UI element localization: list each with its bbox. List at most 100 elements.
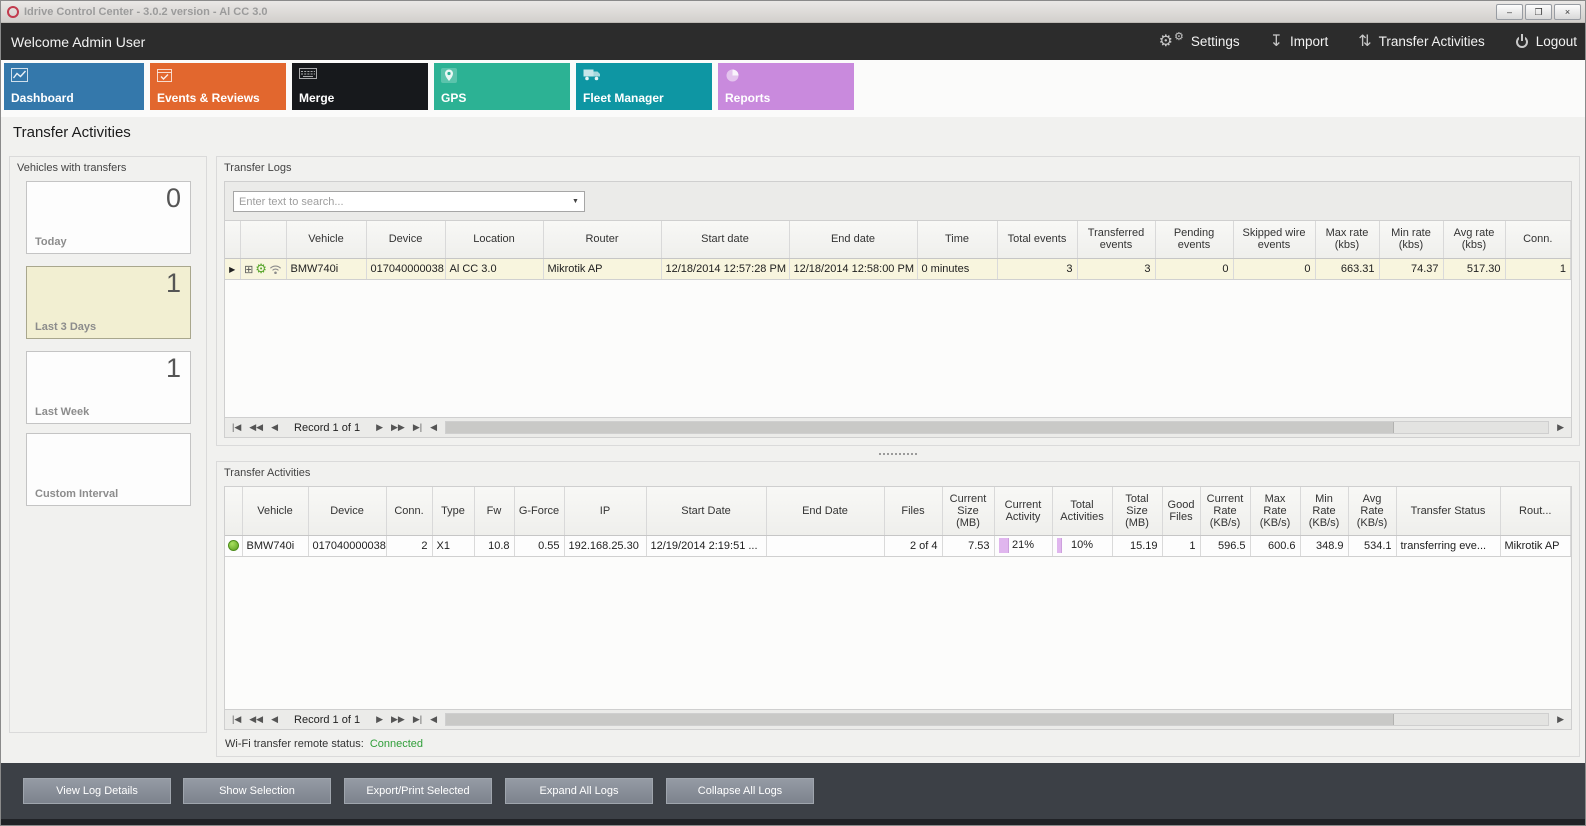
expand-row-icon[interactable]: ⊞	[244, 264, 253, 276]
expand-all-logs-button[interactable]: Expand All Logs	[505, 778, 653, 804]
column-header[interactable]: Router	[543, 221, 661, 258]
column-header[interactable]: Max rate (kbs)	[1315, 221, 1379, 258]
cell-min-rate: 348.9	[1300, 535, 1348, 556]
scrollbar-thumb[interactable]	[446, 422, 1394, 433]
column-header[interactable]: Time	[917, 221, 997, 258]
column-header[interactable]: Files	[884, 487, 942, 535]
pager-first-icon[interactable]: |◀	[232, 422, 241, 433]
pager-first-icon[interactable]: |◀	[232, 714, 241, 725]
current-activity-progressbar: 21%	[999, 538, 1048, 553]
table-row[interactable]: ▶ ⊞⚙ BMW740i 017040000038 Al CC 3.0 Mikr…	[225, 258, 1571, 279]
column-header[interactable]: Conn.	[386, 487, 432, 535]
nav-tile-merge[interactable]: Merge	[292, 63, 428, 110]
close-button[interactable]: ×	[1554, 4, 1581, 20]
dashboard-chart-icon	[11, 68, 28, 82]
pager-last-icon[interactable]: ▶|	[413, 422, 422, 433]
column-header[interactable]: Device	[366, 221, 445, 258]
nav-tile-gps[interactable]: GPS	[434, 63, 570, 110]
column-header[interactable]: Total Activities	[1052, 487, 1112, 535]
column-header[interactable]: Min Rate (KB/s)	[1300, 487, 1348, 535]
pager-prev-page-icon[interactable]: ◀◀	[249, 714, 263, 725]
column-header[interactable]: Transfer Status	[1396, 487, 1500, 535]
show-selection-button[interactable]: Show Selection	[183, 778, 331, 804]
column-header[interactable]: Conn.	[1505, 221, 1571, 258]
column-header[interactable]: Pending events	[1155, 221, 1233, 258]
scrollbar-thumb[interactable]	[446, 714, 1394, 725]
column-header[interactable]: End date	[789, 221, 917, 258]
column-header[interactable]: IP	[564, 487, 646, 535]
column-header[interactable]: Good Files	[1162, 487, 1200, 535]
cell-pending-events: 0	[1155, 258, 1233, 279]
column-header[interactable]: End Date	[766, 487, 884, 535]
column-header[interactable]: Avg rate (kbs)	[1443, 221, 1505, 258]
transfer-activities-inner: Vehicle Device Conn. Type Fw G-Force IP …	[224, 486, 1572, 730]
transfer-activities-button[interactable]: ⇅ Transfer Activities	[1358, 34, 1484, 50]
column-header[interactable]: Total Size (MB)	[1112, 487, 1162, 535]
nav-tile-dashboard[interactable]: Dashboard	[4, 63, 144, 110]
nav-tile-fleet-manager[interactable]: Fleet Manager	[576, 63, 712, 110]
export-print-selected-button[interactable]: Export/Print Selected	[344, 778, 492, 804]
panel-splitter[interactable]	[216, 449, 1580, 459]
pager-last-icon[interactable]: ▶|	[413, 714, 422, 725]
column-header[interactable]: Vehicle	[286, 221, 366, 258]
column-header[interactable]: Current Activity	[994, 487, 1052, 535]
column-header[interactable]: Rout...	[1500, 487, 1571, 535]
location-pin-icon	[441, 68, 457, 83]
column-header[interactable]: Skipped wire events	[1233, 221, 1315, 258]
nav-tile-label: Dashboard	[11, 91, 74, 105]
search-input[interactable]	[234, 196, 567, 208]
maximize-button[interactable]: ❐	[1525, 4, 1552, 20]
import-button[interactable]: ↧ Import	[1270, 34, 1329, 50]
pager-prev-page-icon[interactable]: ◀◀	[249, 422, 263, 433]
filter-card-last-week[interactable]: 1 Last Week	[26, 351, 191, 424]
horizontal-scrollbar[interactable]	[445, 713, 1549, 726]
scroll-right-icon[interactable]: ▶	[1557, 714, 1564, 725]
column-header[interactable]: Location	[445, 221, 543, 258]
filter-card-last-3-days[interactable]: 1 Last 3 Days	[26, 266, 191, 339]
column-header[interactable]: G-Force	[514, 487, 564, 535]
column-header[interactable]: Current Rate (KB/s)	[1200, 487, 1250, 535]
nav-tile-events-reviews[interactable]: Events & Reviews	[150, 63, 286, 110]
card-value: 1	[166, 268, 181, 299]
column-header[interactable]: Fw	[474, 487, 514, 535]
filter-card-custom-interval[interactable]: Custom Interval	[26, 433, 191, 506]
scroll-left-icon[interactable]: ◀	[430, 422, 437, 433]
logout-button[interactable]: Logout	[1515, 34, 1577, 49]
scroll-right-icon[interactable]: ▶	[1557, 422, 1564, 433]
column-header[interactable]: Type	[432, 487, 474, 535]
chevron-down-icon[interactable]: ▼	[567, 198, 584, 205]
pager-next-page-icon[interactable]: ▶▶	[391, 714, 405, 725]
column-header[interactable]: Vehicle	[242, 487, 308, 535]
cell-router: Mikrotik AP	[1500, 535, 1571, 556]
pager-next-icon[interactable]: ▶	[376, 714, 383, 725]
column-header[interactable]: Transferred events	[1077, 221, 1155, 258]
cell-device: 017040000038	[308, 535, 386, 556]
column-header[interactable]: Max Rate (KB/s)	[1250, 487, 1300, 535]
wifi-status-value: Connected	[370, 738, 423, 750]
pager-prev-icon[interactable]: ◀	[271, 422, 278, 433]
column-header[interactable]: Current Size (MB)	[942, 487, 994, 535]
column-header[interactable]: Avg Rate (KB/s)	[1348, 487, 1396, 535]
column-header[interactable]: Min rate (kbs)	[1379, 221, 1443, 258]
pager-next-icon[interactable]: ▶	[376, 422, 383, 433]
cell-conn: 1	[1505, 258, 1571, 279]
column-header[interactable]: Start Date	[646, 487, 766, 535]
column-header[interactable]: Total events	[997, 221, 1077, 258]
table-row[interactable]: BMW740i 017040000038 2 X1 10.8 0.55 192.…	[225, 535, 1571, 556]
pager-next-page-icon[interactable]: ▶▶	[391, 422, 405, 433]
card-label: Today	[35, 236, 67, 248]
pager-prev-icon[interactable]: ◀	[271, 714, 278, 725]
nav-tiles: Dashboard Events & Reviews Merge	[4, 63, 854, 110]
filter-card-today[interactable]: 0 Today	[26, 181, 191, 254]
settings-button[interactable]: ⚙⚙ Settings	[1159, 34, 1240, 50]
cell-location: Al CC 3.0	[445, 258, 543, 279]
nav-tile-reports[interactable]: Reports	[718, 63, 854, 110]
cell-files: 2 of 4	[884, 535, 942, 556]
column-header[interactable]: Start date	[661, 221, 789, 258]
scroll-left-icon[interactable]: ◀	[430, 714, 437, 725]
collapse-all-logs-button[interactable]: Collapse All Logs	[666, 778, 814, 804]
column-header[interactable]: Device	[308, 487, 386, 535]
minimize-button[interactable]: –	[1496, 4, 1523, 20]
horizontal-scrollbar[interactable]	[445, 421, 1549, 434]
view-log-details-button[interactable]: View Log Details	[23, 778, 171, 804]
